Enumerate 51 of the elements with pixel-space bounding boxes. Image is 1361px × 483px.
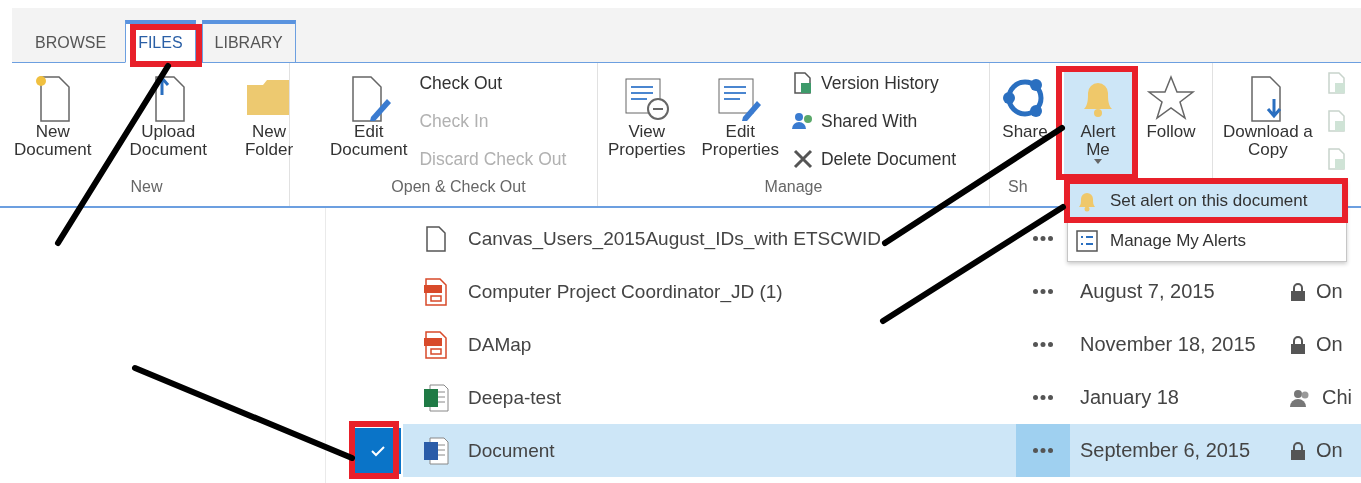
- more-icon[interactable]: [1033, 236, 1053, 241]
- pdf-file-icon: [422, 277, 449, 306]
- ribbon-button[interactable]: View Properties: [604, 69, 690, 178]
- ribbon-tab[interactable]: BROWSE: [22, 20, 120, 62]
- modified-date: August 7, 2015: [1079, 280, 1216, 303]
- lock-icon: [1290, 441, 1306, 460]
- file-name[interactable]: Canvas_Users_2015August_IDs_with ETSCWID: [468, 227, 881, 249]
- ribbon-button[interactable]: New Document: [10, 69, 96, 178]
- modified-date: September 6, 2015: [1079, 439, 1252, 462]
- sharing-text: On: [1316, 333, 1343, 356]
- modified-date: January 18: [1079, 386, 1180, 409]
- ribbon-button[interactable]: Edit Document: [326, 69, 412, 178]
- ribbon-tab[interactable]: LIBRARY: [201, 20, 296, 62]
- menu-item[interactable]: Manage My Alerts: [1068, 221, 1346, 261]
- group-label: Open & Check Out: [391, 178, 526, 197]
- more-icon[interactable]: [1033, 289, 1053, 294]
- word-file-icon: [422, 436, 449, 465]
- ribbon-button[interactable]: Upload Document: [125, 69, 211, 178]
- sharing-text: On: [1316, 439, 1343, 462]
- more-icon[interactable]: [1033, 448, 1053, 453]
- file-name[interactable]: DAMap: [468, 333, 532, 355]
- lock-icon: [1290, 282, 1306, 301]
- sharing-text: Chi: [1322, 386, 1352, 409]
- lock-icon: [1290, 335, 1306, 354]
- more-icon[interactable]: [1033, 342, 1053, 347]
- ribbon-command[interactable]: Delete Document: [790, 147, 957, 171]
- ribbon-command[interactable]: Shared With: [790, 109, 957, 133]
- group-label: Sh: [1008, 178, 1028, 197]
- group-label: New: [130, 178, 163, 197]
- ribbon-button[interactable]: Share: [996, 69, 1054, 178]
- ribbon-command[interactable]: Version History: [790, 71, 957, 95]
- file-name[interactable]: Deepa-test: [468, 386, 561, 408]
- highlight-frame: [130, 24, 202, 67]
- ribbon-button[interactable]: New Folder: [240, 69, 298, 178]
- pdf-file-icon: [422, 330, 449, 359]
- highlight-frame: [349, 421, 399, 479]
- document-icon: [424, 225, 447, 252]
- caret-icon: [1094, 159, 1102, 164]
- ribbon-button[interactable]: Follow: [1142, 69, 1200, 178]
- file-name[interactable]: Computer Project Coordinator_JD (1): [468, 280, 783, 302]
- sharing-text: On: [1316, 280, 1343, 303]
- file-name[interactable]: Document: [468, 439, 555, 461]
- ribbon-command[interactable]: Check Out: [419, 71, 567, 95]
- group-label: Manage: [764, 178, 823, 197]
- more-icon[interactable]: [1033, 395, 1053, 400]
- modified-date: November 18, 2015: [1079, 333, 1257, 356]
- ribbon-button[interactable]: Edit Properties: [697, 69, 783, 178]
- bell-icon: [1076, 190, 1098, 212]
- excel-file-icon: [422, 383, 449, 412]
- list-icon: [1076, 230, 1098, 252]
- check-icon: [371, 444, 385, 457]
